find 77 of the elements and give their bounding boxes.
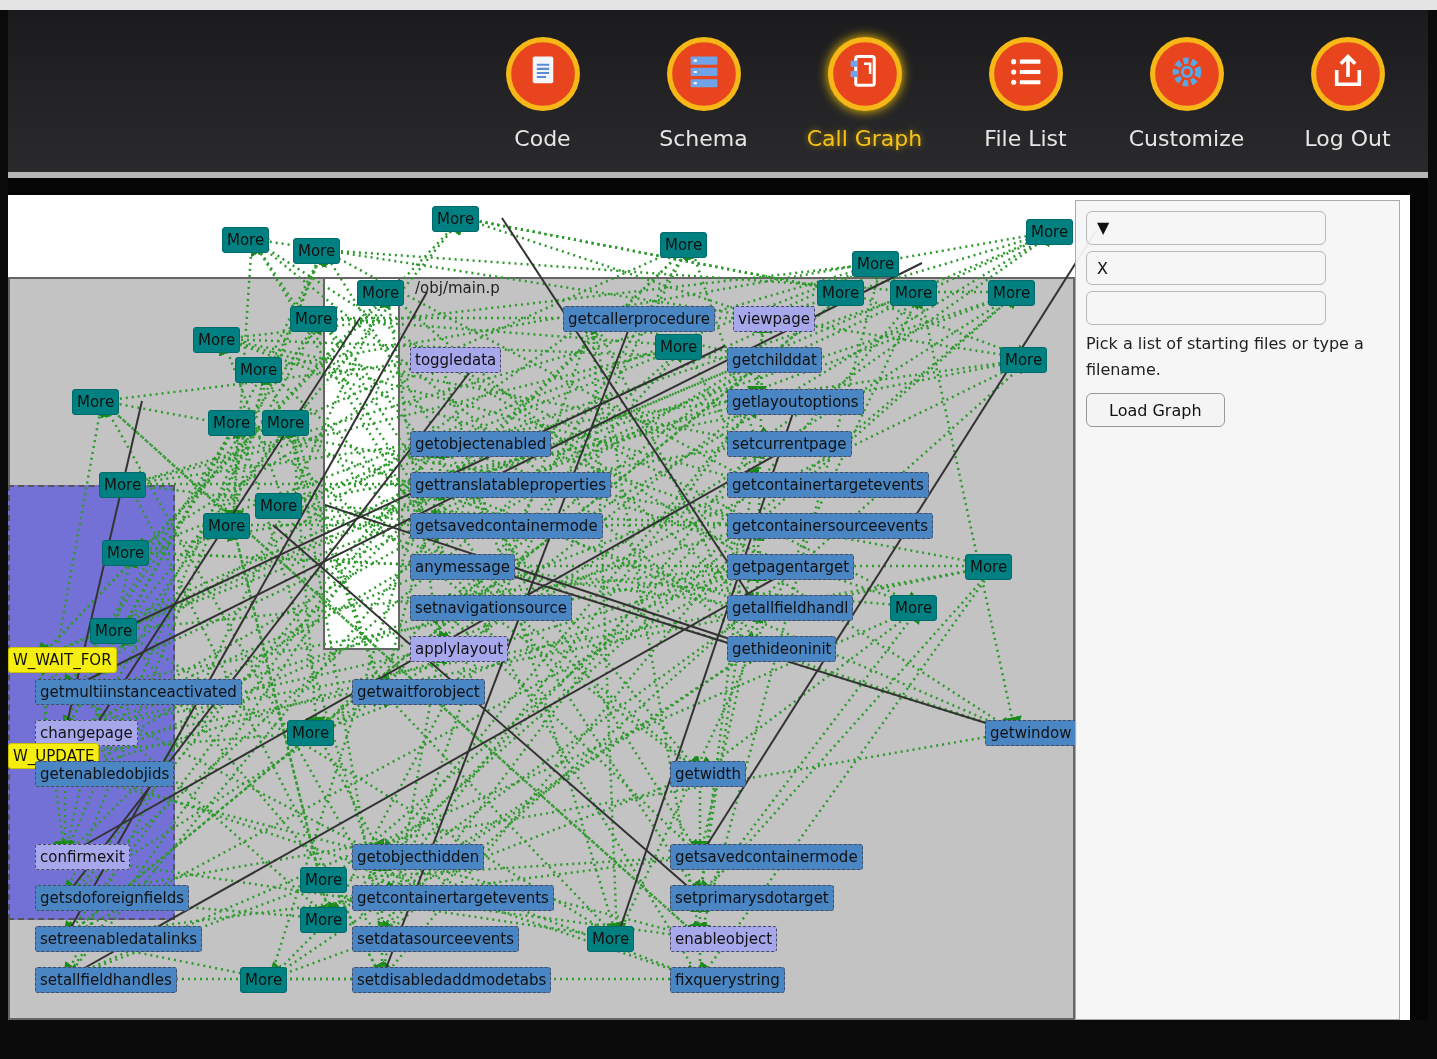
cluster-title: /obj/main.p [415, 279, 500, 297]
more-node[interactable]: More [852, 251, 900, 277]
more-node[interactable]: More [432, 206, 480, 232]
nav-link[interactable]: Call Graph [784, 10, 945, 172]
nav-link[interactable]: Code [462, 10, 623, 172]
nav-link[interactable]: Schema [623, 10, 784, 172]
more-node[interactable]: More [655, 334, 703, 360]
function-node[interactable]: setreenabledatalinks [35, 926, 202, 952]
function-node[interactable]: getmultiinstanceactivated [35, 679, 242, 705]
more-node[interactable]: More [235, 357, 283, 383]
more-node[interactable]: More [890, 595, 938, 621]
function-node[interactable]: getlayoutoptions [727, 389, 864, 415]
function-node[interactable]: setprimarysdotarget [670, 885, 834, 911]
function-node[interactable]: setnavigationsource [410, 595, 572, 621]
more-node[interactable]: More [300, 907, 348, 933]
function-node[interactable]: anymessage [410, 554, 515, 580]
more-node[interactable]: More [255, 493, 303, 519]
more-node[interactable]: More [660, 232, 708, 258]
function-node[interactable]: setdatasourceevents [352, 926, 520, 952]
function-node[interactable]: setcurrentpage [727, 431, 852, 457]
more-node[interactable]: More [203, 513, 251, 539]
function-node[interactable]: getobjecthidden [352, 844, 485, 870]
function-node[interactable]: getenabledobjids [35, 761, 175, 787]
more-node[interactable]: More [1000, 347, 1048, 373]
warning-node[interactable]: W_WAIT_FOR [8, 647, 117, 673]
more-node[interactable]: More [222, 227, 270, 253]
page-node[interactable]: applylayout [410, 636, 509, 662]
more-node[interactable]: More [293, 238, 341, 264]
load-graph-button[interactable]: Load Graph [1086, 393, 1225, 427]
page-node[interactable]: enableobject [670, 926, 778, 952]
more-node[interactable]: More [208, 410, 256, 436]
more-node[interactable]: More [1026, 219, 1074, 245]
more-node[interactable]: More [240, 967, 288, 993]
more-node[interactable]: More [99, 472, 147, 498]
more-node[interactable]: More [102, 540, 150, 566]
function-node[interactable]: getpagentarget [727, 554, 855, 580]
function-node[interactable]: getcontainersourceevents [727, 513, 934, 539]
function-node[interactable]: getsavedcontainermode [410, 513, 603, 539]
function-node[interactable]: gettranslatableproperties [410, 472, 612, 498]
nav-link[interactable]: Log Out [1267, 10, 1428, 172]
page-node[interactable]: changepage [35, 720, 138, 746]
more-node[interactable]: More [817, 280, 865, 306]
function-node[interactable]: gethideoninit [727, 636, 837, 662]
function-node[interactable]: getcontainertargetevents [727, 472, 929, 498]
function-node[interactable]: setallfieldhandles [35, 967, 177, 993]
nav-link[interactable]: Customize [1106, 10, 1267, 172]
function-node[interactable]: getsdoforeignfields [35, 885, 190, 911]
function-node[interactable]: getallfieldhandl [727, 595, 854, 621]
function-node[interactable]: setdisabledaddmodetabs [352, 967, 552, 993]
function-node[interactable]: fixquerystring [670, 967, 785, 993]
more-node[interactable]: More [193, 327, 241, 353]
more-node[interactable]: More [965, 554, 1013, 580]
more-node[interactable]: More [72, 389, 120, 415]
file-dropdown[interactable]: ▼ [1086, 211, 1326, 245]
more-node[interactable]: More [287, 720, 335, 746]
page-node[interactable]: viewpage [733, 306, 815, 332]
more-node[interactable]: More [890, 280, 938, 306]
function-node[interactable]: getchilddat [727, 347, 822, 373]
filename-field[interactable]: X [1086, 251, 1326, 285]
function-node[interactable]: getobjectenabled [410, 431, 552, 457]
page-node[interactable]: confirmexit [35, 844, 130, 870]
more-node[interactable]: More [988, 280, 1036, 306]
more-node[interactable]: More [587, 926, 635, 952]
more-node[interactable]: More [90, 618, 138, 644]
more-node[interactable]: More [357, 280, 405, 306]
page-node[interactable]: toggledata [410, 347, 502, 373]
more-node[interactable]: More [262, 410, 310, 436]
more-node[interactable]: More [300, 867, 348, 893]
function-node[interactable]: getwaitforobject [352, 679, 485, 705]
function-node[interactable]: getwidth [670, 761, 746, 787]
function-node[interactable]: getwindow [985, 720, 1077, 746]
more-node[interactable]: More [290, 306, 338, 332]
instruction-text: Pick a list of starting files or type a filename. [1086, 333, 1365, 381]
function-node[interactable]: getcallerprocedure [563, 306, 715, 332]
function-node[interactable]: getsavedcontainermode [670, 844, 863, 870]
function-node[interactable]: getcontainertargetevents [352, 885, 554, 911]
nav-link[interactable]: File List [945, 10, 1106, 172]
